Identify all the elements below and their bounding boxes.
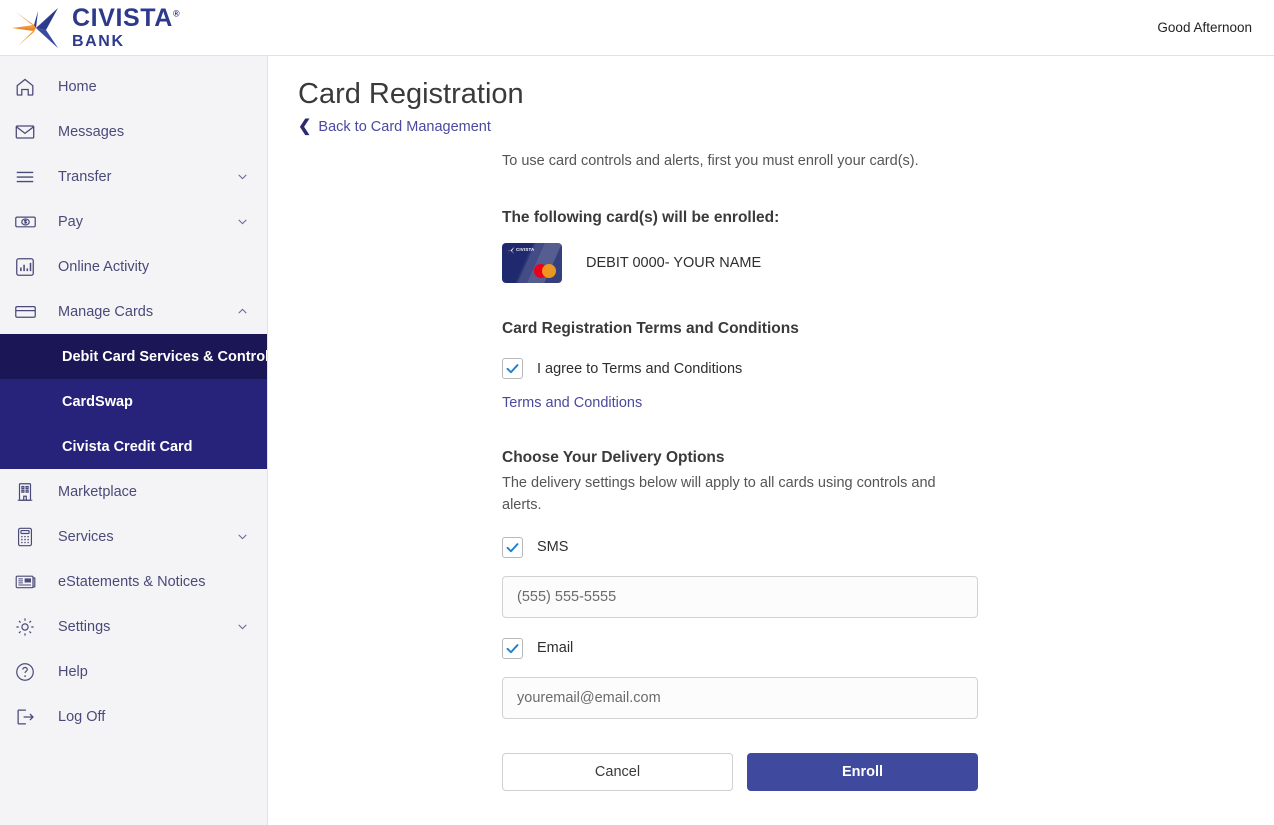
sidebar-item-help[interactable]: Help	[0, 649, 267, 694]
chevron-down-icon[interactable]	[235, 530, 249, 544]
sidebar-item-label: Manage Cards	[58, 303, 154, 320]
sidebar-item-label: Messages	[58, 123, 125, 140]
top-bar: CIVISTA® BANK Good Afternoon	[0, 0, 1274, 56]
email-checkbox-row[interactable]: Email	[502, 637, 980, 659]
sidebar-item-label: Pay	[58, 213, 83, 230]
newspaper-icon	[14, 570, 44, 593]
agree-terms-checkbox-row[interactable]: I agree to Terms and Conditions	[502, 358, 980, 380]
calculator-icon	[14, 526, 44, 548]
registration-form: To use card controls and alerts, first y…	[502, 151, 980, 791]
chevron-left-icon: ❮	[298, 118, 312, 135]
sidebar-subitem-cardswap[interactable]: CardSwap	[0, 379, 267, 424]
enroll-button[interactable]: Enroll	[747, 752, 978, 791]
gear-icon	[14, 616, 44, 638]
terms-heading: Card Registration Terms and Conditions	[502, 320, 799, 338]
sidebar-nav: Home Messages Transfer Pay Online Activi…	[0, 56, 268, 825]
sidebar-item-marketplace[interactable]: Marketplace	[0, 469, 267, 514]
transfer-lines-icon	[14, 166, 44, 188]
delivery-options-note: The delivery settings below will apply t…	[502, 475, 936, 513]
sidebar-item-online-activity[interactable]: Online Activity	[0, 244, 267, 289]
sidebar-item-label: Settings	[58, 618, 111, 635]
sidebar-item-services[interactable]: Services	[0, 514, 267, 559]
chevron-up-icon[interactable]	[235, 305, 249, 319]
brand-wordmark: CIVISTA® BANK	[72, 3, 181, 50]
chevron-down-icon[interactable]	[235, 215, 249, 229]
card-description: DEBIT 0000- YOUR NAME	[586, 255, 762, 272]
card-brand-logo: CIVISTA	[506, 247, 534, 254]
checkmark-icon	[506, 643, 519, 653]
mastercard-icon	[534, 264, 556, 279]
sidebar-item-pay[interactable]: Pay	[0, 199, 267, 244]
sidebar-item-settings[interactable]: Settings	[0, 604, 267, 649]
brand-logo[interactable]: CIVISTA® BANK	[10, 3, 181, 50]
bar-chart-icon	[14, 256, 44, 278]
credit-card-icon	[14, 300, 44, 323]
brand-subtitle: BANK	[72, 32, 125, 50]
sidebar-item-manage-cards[interactable]: Manage Cards	[0, 289, 267, 334]
building-icon	[14, 481, 44, 503]
sidebar-item-label: Help	[58, 663, 88, 680]
email-address-input[interactable]	[502, 676, 978, 719]
sidebar-item-home[interactable]: Home	[0, 64, 267, 109]
terms-and-conditions-link[interactable]: Terms and Conditions	[502, 395, 642, 411]
sidebar-item-label: eStatements & Notices	[58, 573, 206, 590]
greeting-text: Good Afternoon	[1157, 20, 1252, 35]
main-content: Card Registration ❮ Back to Card Managem…	[268, 56, 1274, 825]
banknote-dollar-icon	[14, 210, 44, 233]
sms-checkbox-row[interactable]: SMS	[502, 536, 980, 558]
agree-terms-checkbox[interactable]	[502, 358, 523, 380]
sidebar-item-label: Online Activity	[58, 258, 150, 275]
logout-icon	[14, 706, 44, 728]
page-title: Card Registration	[298, 78, 524, 110]
sidebar-item-label: Home	[58, 78, 97, 95]
sidebar-item-label: Transfer	[58, 168, 112, 185]
question-circle-icon	[14, 661, 44, 683]
email-checkbox[interactable]	[502, 637, 523, 659]
brand-registered-mark: ®	[172, 8, 181, 19]
civista-star-logo-icon	[506, 247, 515, 254]
card-brand-text: CIVISTA	[516, 247, 535, 253]
delivery-options-heading: Choose Your Delivery Options	[502, 449, 725, 467]
sms-checkbox[interactable]	[502, 536, 523, 558]
sidebar-item-messages[interactable]: Messages	[0, 109, 267, 154]
chevron-down-icon[interactable]	[235, 170, 249, 184]
chevron-down-icon[interactable]	[235, 620, 249, 634]
cards-heading: The following card(s) will be enrolled:	[502, 209, 780, 227]
email-label: Email	[537, 640, 574, 657]
sidebar-subitem-civista-credit-card[interactable]: Civista Credit Card	[0, 424, 267, 469]
intro-text: To use card controls and alerts, first y…	[502, 153, 919, 169]
checkmark-icon	[506, 542, 519, 552]
back-link-label: Back to Card Management	[318, 119, 491, 135]
sms-phone-input[interactable]	[502, 575, 978, 618]
envelope-icon	[14, 121, 44, 143]
sidebar-item-transfer[interactable]: Transfer	[0, 154, 267, 199]
body-wrapper: Home Messages Transfer Pay Online Activi…	[0, 56, 1274, 825]
sidebar-item-label: Log Off	[58, 708, 106, 725]
sidebar-subitem-debit-card-services[interactable]: Debit Card Services & Controls	[0, 334, 267, 379]
sms-label: SMS	[537, 539, 569, 556]
agree-terms-label: I agree to Terms and Conditions	[537, 360, 743, 377]
brand-name: CIVISTA®	[72, 3, 181, 32]
cancel-button[interactable]: Cancel	[502, 752, 733, 791]
home-icon	[14, 76, 44, 98]
sidebar-item-estatements[interactable]: eStatements & Notices	[0, 559, 267, 604]
sidebar-item-label: Marketplace	[58, 483, 137, 500]
form-actions: Cancel Enroll	[502, 752, 980, 791]
enrolled-card-row: CIVISTA DEBIT 0000- YOUR NAME	[502, 243, 980, 284]
civista-star-logo-icon	[12, 7, 58, 48]
app-root: CIVISTA® BANK Good Afternoon Home Messag…	[0, 0, 1274, 825]
checkmark-icon	[506, 364, 519, 374]
sidebar-item-label: Services	[58, 528, 114, 545]
sidebar-item-log-off[interactable]: Log Off	[0, 694, 267, 739]
back-to-card-management-link[interactable]: ❮ Back to Card Management	[298, 118, 491, 136]
debit-card-art-icon: CIVISTA	[502, 243, 562, 284]
manage-cards-submenu: Debit Card Services & Controls CardSwap …	[0, 334, 267, 469]
